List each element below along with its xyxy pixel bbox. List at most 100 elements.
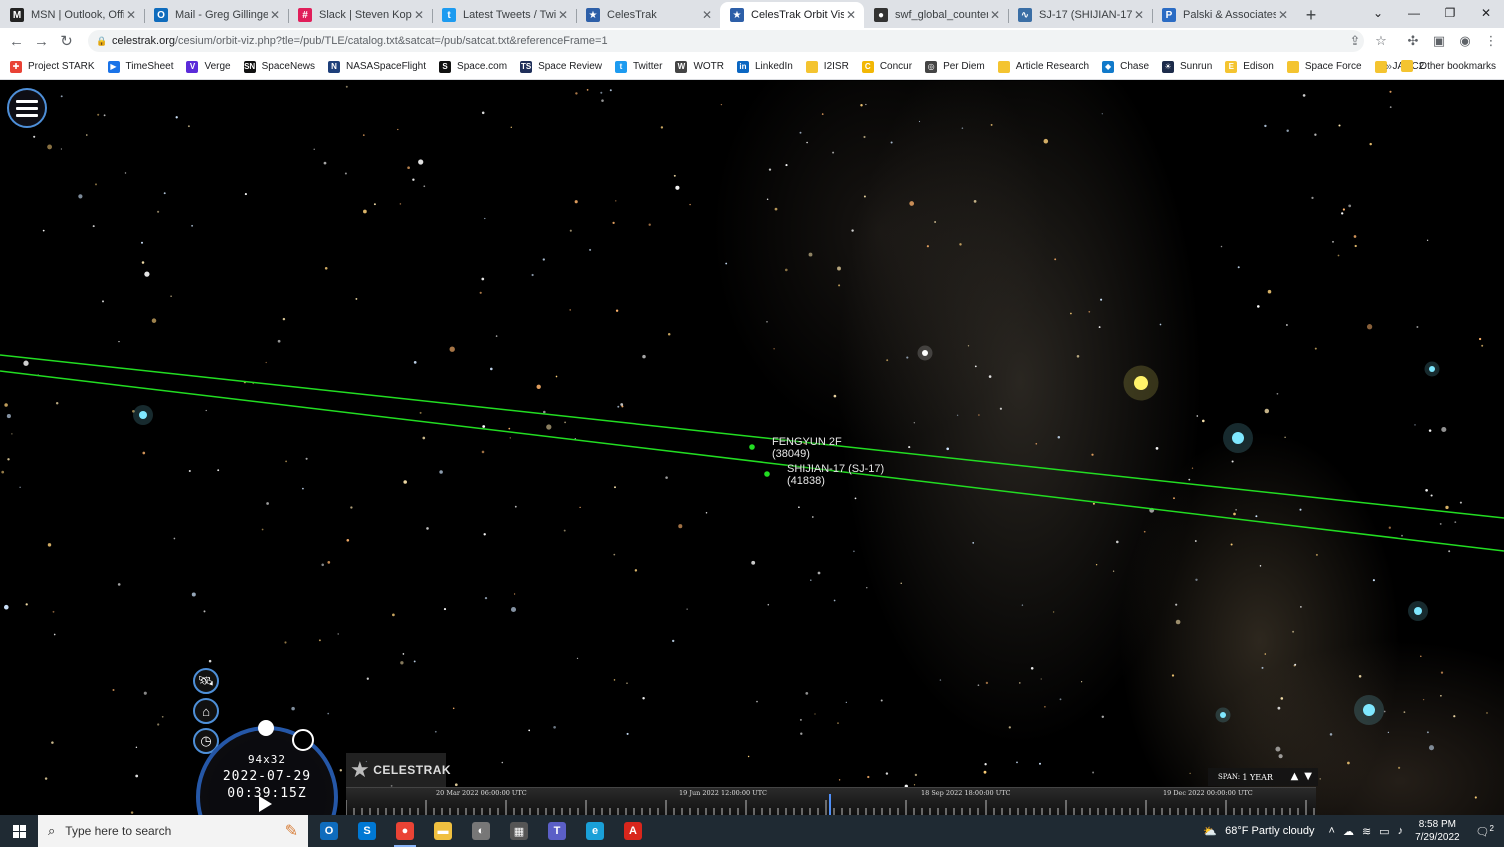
other-bookmarks[interactable]: Other bookmarks [1401,60,1496,72]
new-tab-button[interactable]: + [1296,2,1326,28]
tab-close-icon[interactable]: ✕ [556,8,570,22]
bookmark-4[interactable]: N NASASpaceFlight [327,60,426,73]
tab-title: SJ-17 (SHIJIAN-17) Sat [1039,9,1132,21]
minimize-button[interactable]: — [1396,0,1432,26]
start-button[interactable] [0,815,38,847]
lock-icon[interactable]: 🔒 [96,36,107,47]
volume-icon[interactable]: ♪ [1398,825,1404,837]
satellite-label-shijian-17[interactable]: SHIJIAN-17 (SJ-17) (41838) [787,463,884,487]
bookmark-icon: ◆ [1102,60,1115,73]
taskbar-app-chrome[interactable]: ● [386,815,424,847]
bookmark-11[interactable]: C Concur [861,60,912,73]
timeline-span-control[interactable]: SPAN: 1 YEAR ▲ ▼ [1208,768,1318,786]
tab-8[interactable]: P Palski & Associates ✕ [1152,2,1296,28]
bookmark-3[interactable]: SN SpaceNews [243,60,315,73]
satellite-marker-fengyun-2f[interactable] [749,444,755,450]
bookmark-8[interactable]: W WOTR [675,60,724,73]
menu-kebab-icon[interactable]: ⋮ [1478,33,1504,49]
tab-close-icon[interactable]: ✕ [988,8,1002,22]
timeline-bar[interactable]: 20 Mar 2022 06:00:00 UTC 19 Jun 2022 12:… [346,787,1316,815]
home-view-button[interactable]: ⌂ [193,698,219,724]
address-bar[interactable]: 🔒 celestrak.org/cesium/orbit-viz.php?tle… [88,30,1364,52]
celestrak-logo[interactable]: ★ CELESTRAK [346,753,451,787]
bookmark-icon [997,60,1010,73]
tab-close-icon[interactable]: ✕ [412,8,426,22]
taskbar-app-skype[interactable]: S [348,815,386,847]
search-highlight-icon[interactable]: ✎ [285,821,298,841]
side-panel-icon[interactable]: ▣ [1426,33,1452,49]
tray-clock[interactable]: 8:58 PM 7/29/2022 [1415,818,1460,844]
share-icon[interactable]: ⇪ [1342,33,1368,49]
bookmark-16[interactable]: E Edison [1225,60,1274,73]
extensions-icon[interactable]: ✣ [1400,33,1426,49]
tab-title: Mail - Greg Gillinger ( [175,9,268,21]
cesium-viewport[interactable]: FENGYUN 2F (38049) SHIJIAN-17 (SJ-17) (4… [0,81,1504,815]
tab-close-icon[interactable]: ✕ [1132,8,1146,22]
weather-text[interactable]: 68°F Partly cloudy [1225,825,1314,837]
bookmark-label: LinkedIn [754,61,793,72]
bookmark-star-icon[interactable]: ☆ [1368,33,1394,49]
tab-close-icon[interactable]: ✕ [124,8,138,22]
onedrive-icon[interactable]: ☁ [1343,825,1354,838]
profile-avatar[interactable]: ◉ [1452,33,1478,49]
bookmark-1[interactable]: ▶ TimeSheet [107,60,173,73]
play-button[interactable] [259,796,272,812]
tab-2[interactable]: # Slack | Steven Koppen✕ [288,2,432,28]
tab-close-icon[interactable]: ✕ [268,8,282,22]
tab-close-icon[interactable]: ✕ [700,8,714,22]
bookmark-2[interactable]: V Verge [186,60,231,73]
bookmark-12[interactable]: ◎ Per Diem [925,60,985,73]
bookmark-0[interactable]: ✚ Project STARK [10,60,95,73]
tab-search-icon[interactable]: ⌄ [1360,0,1396,26]
restore-button[interactable]: ❐ [1432,0,1468,26]
taskbar-app-file-explorer[interactable]: ▬ [424,815,462,847]
tab-5[interactable]: ★ CelesTrak Orbit Visual✕ [720,2,864,28]
back-button[interactable]: ← [4,33,29,50]
tab-1[interactable]: O Mail - Greg Gillinger (✕ [144,2,288,28]
weather-icon[interactable]: ⛅ [1203,825,1217,838]
bookmark-9[interactable]: in LinkedIn [736,60,793,73]
bookmark-10[interactable]: I2ISR [805,60,849,73]
taskbar-app-acrobat[interactable]: A [614,815,652,847]
close-window-button[interactable]: ✕ [1468,0,1504,26]
reload-button[interactable]: ↻ [54,32,79,50]
bookmark-14[interactable]: ◆ Chase [1102,60,1149,73]
bookmark-15[interactable]: ☀ Sunrun [1162,60,1212,73]
taskbar-app-outlook[interactable]: O [310,815,348,847]
window-controls: ⌄ — ❐ ✕ [1360,0,1504,28]
tab-3[interactable]: t Latest Tweets / Twitter✕ [432,2,576,28]
span-decrease-icon[interactable]: ▼ [1304,771,1312,782]
bookmark-6[interactable]: TS Space Review [520,60,602,73]
taskbar-app-teams[interactable]: T [538,815,576,847]
orbit-path-fengyun-2f[interactable] [0,354,1504,519]
bookmark-13[interactable]: Article Research [997,60,1089,73]
hamburger-menu-button[interactable] [7,88,47,128]
span-increase-icon[interactable]: ▲ [1291,771,1299,782]
tray-chevron-icon[interactable]: ˄ [1329,825,1335,837]
speed-knob[interactable] [258,720,274,736]
tab-7[interactable]: ∿ SJ-17 (SHIJIAN-17) Sat✕ [1008,2,1152,28]
more-bookmarks-chevron-icon[interactable]: » [1386,61,1392,73]
tab-0[interactable]: M MSN | Outlook, Office✕ [0,2,144,28]
bookmark-17[interactable]: Space Force [1286,60,1362,73]
tab-title: swf_global_countersp [895,9,988,21]
satellite-label-fengyun-2f[interactable]: FENGYUN 2F (38049) [772,436,842,460]
satellite-marker-shijian-17[interactable] [764,471,770,477]
notifications-icon[interactable]: 🗨2 [1476,824,1494,839]
taskbar-app-edge[interactable]: e [576,815,614,847]
battery-icon[interactable]: ▭ [1379,825,1389,838]
taskbar-search[interactable]: ⌕ Type here to search ✎ [38,815,308,847]
satellite-select-button[interactable]: 🛰 [193,668,219,694]
taskbar-app-calculator[interactable]: ▦ [500,815,538,847]
tab-close-icon[interactable]: ✕ [1276,8,1290,22]
forward-button[interactable]: → [29,33,54,50]
bookmark-5[interactable]: S Space.com [439,60,507,73]
wifi-icon[interactable]: ≋ [1362,825,1371,838]
tab-close-icon[interactable]: ✕ [844,8,858,22]
bookmark-7[interactable]: t Twitter [614,60,662,73]
orbit-path-shijian-17[interactable] [0,370,1504,552]
taskbar-app-network[interactable]: ◐ [462,815,500,847]
shuttle-ring-knob[interactable] [292,729,314,751]
tab-4[interactable]: ★ CelesTrak ✕ [576,2,720,28]
tab-6[interactable]: ● swf_global_countersp✕ [864,2,1008,28]
